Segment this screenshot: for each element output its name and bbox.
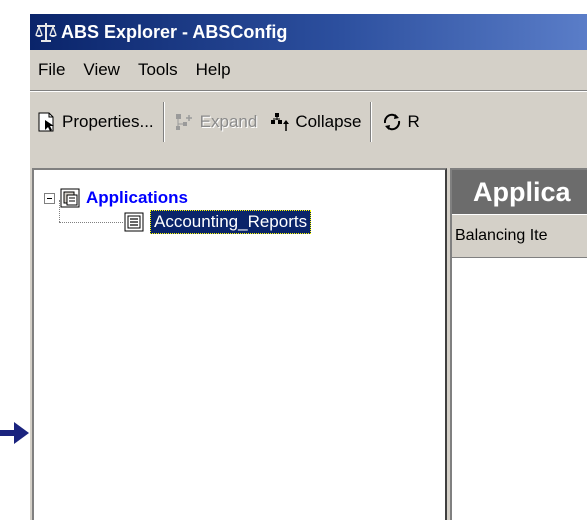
toolbar-separator — [370, 102, 373, 142]
refresh-button[interactable]: R — [375, 102, 425, 142]
menu-view[interactable]: View — [74, 60, 129, 80]
details-pane-title: Applica — [473, 176, 571, 207]
toolbar: Properties... Expand Collapse R — [30, 91, 587, 152]
expand-icon — [175, 114, 192, 130]
properties-button[interactable]: Properties... — [30, 102, 160, 142]
collapse-button[interactable]: Collapse — [263, 102, 367, 142]
screenshot-stage: ABS Explorer - ABSConfig File View Tools… — [0, 0, 587, 520]
report-icon — [124, 212, 144, 232]
collapse-label: Collapse — [295, 112, 362, 131]
title-bar[interactable]: ABS Explorer - ABSConfig — [30, 14, 587, 50]
tree-pane[interactable]: Applications Accounting_Reports — [32, 168, 447, 520]
expand-button[interactable]: Expand — [168, 102, 264, 142]
refresh-label: R — [407, 112, 420, 131]
collapse-icon — [271, 113, 290, 131]
toolbar-separator — [162, 102, 165, 142]
tree-node-applications[interactable]: Applications — [44, 188, 188, 208]
details-pane[interactable]: Applica Balancing Ite — [450, 168, 587, 520]
expand-label: Expand — [199, 112, 258, 131]
applications-folder-icon — [60, 188, 80, 208]
menu-tools[interactable]: Tools — [129, 60, 187, 80]
menu-help[interactable]: Help — [187, 60, 240, 80]
tree-connector — [59, 222, 123, 223]
accounting-reports-label: Accounting_Reports — [150, 210, 312, 234]
tree-node-accounting-reports[interactable]: Accounting_Reports — [124, 210, 312, 234]
column-header-balancing-items[interactable]: Balancing Ite — [452, 214, 587, 258]
applications-label: Applications — [86, 188, 189, 207]
refresh-icon — [384, 113, 401, 131]
collapse-toggle-icon[interactable] — [44, 192, 55, 204]
properties-label: Properties... — [62, 112, 154, 131]
details-pane-header: Applica — [452, 170, 587, 214]
pointer-arrow-icon — [0, 422, 29, 444]
abs-explorer-window: ABS Explorer - ABSConfig File View Tools… — [29, 13, 587, 520]
column-header-label: Balancing Ite — [455, 227, 548, 244]
window-title: ABS Explorer - ABSConfig — [61, 21, 288, 42]
menu-file[interactable]: File — [30, 60, 74, 80]
menu-bar: File View Tools Help — [30, 50, 587, 91]
scales-icon — [35, 23, 57, 42]
properties-icon — [38, 112, 54, 132]
